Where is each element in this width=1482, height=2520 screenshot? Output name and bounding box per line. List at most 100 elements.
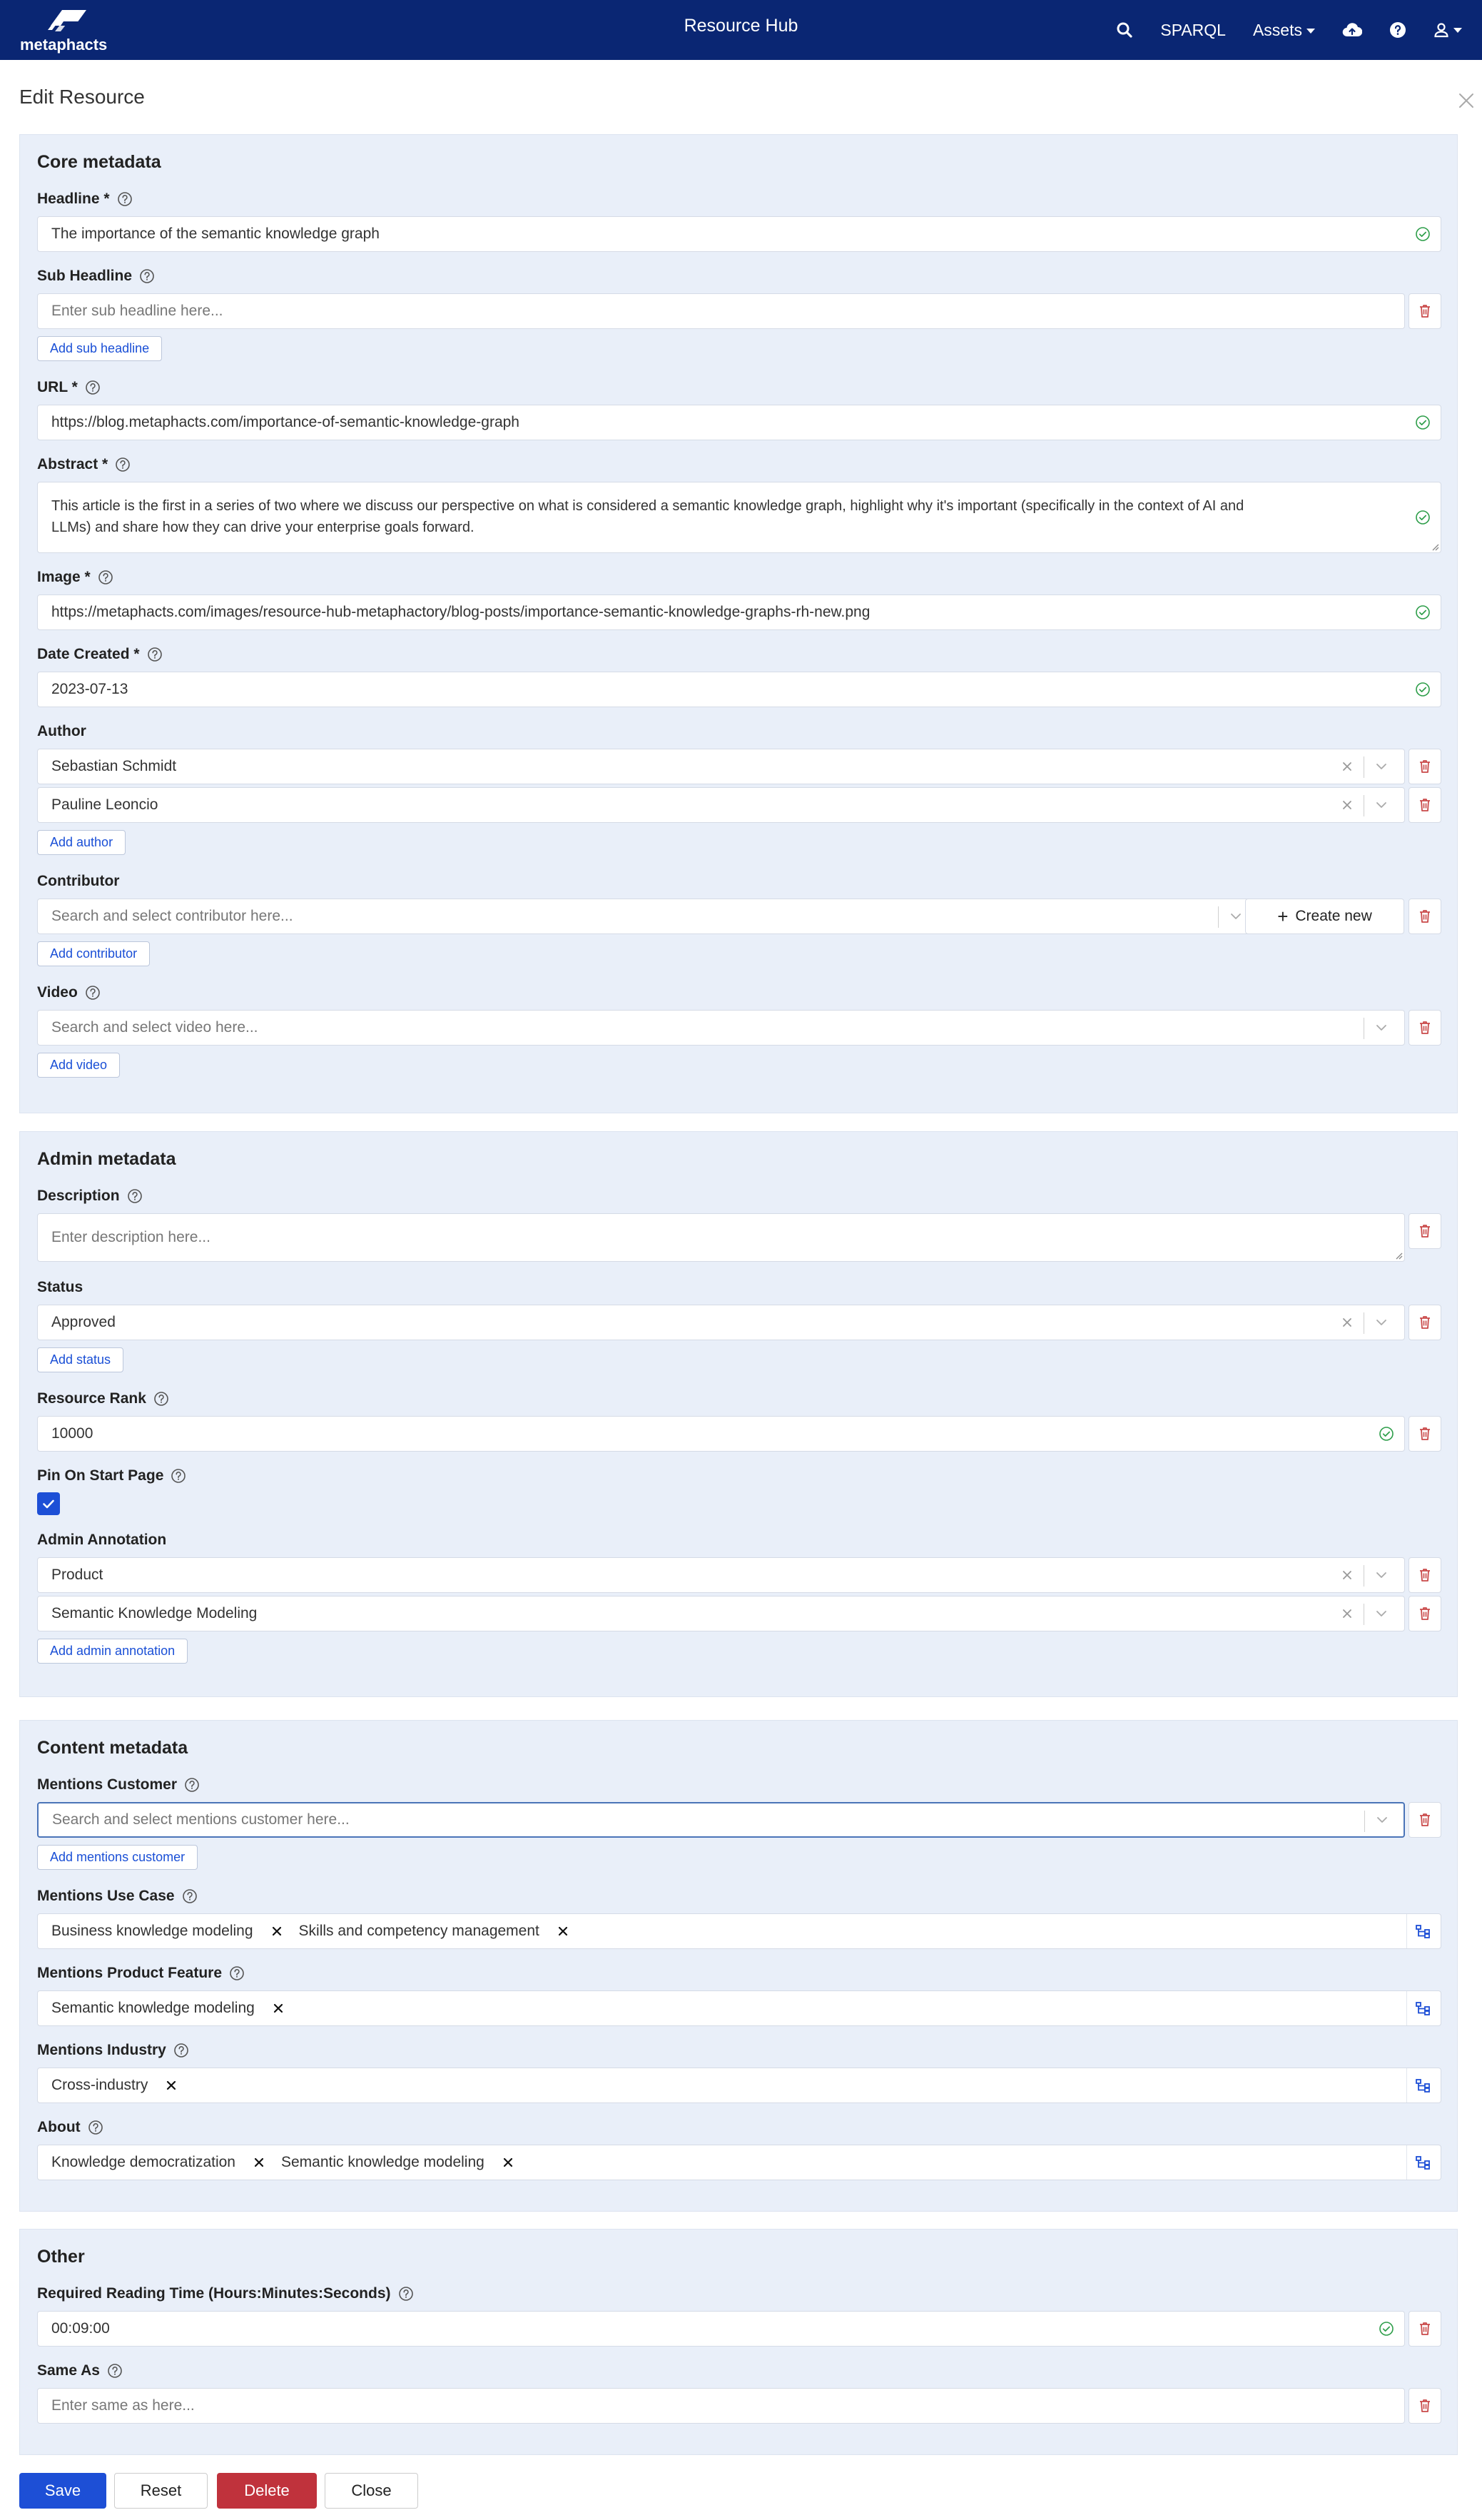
trash-icon bbox=[1418, 1426, 1432, 1442]
help-icon[interactable] bbox=[88, 2120, 103, 2135]
tree-browse-button[interactable] bbox=[1406, 2068, 1438, 2102]
search-icon[interactable] bbox=[1116, 21, 1133, 39]
image-input[interactable]: https://metaphacts.com/images/resource-h… bbox=[37, 594, 1441, 630]
add-admin-annotation-button[interactable]: Add admin annotation bbox=[37, 1639, 188, 1664]
create-new-contributor-button[interactable]: + Create new bbox=[1245, 899, 1404, 934]
remove-tag-icon[interactable] bbox=[165, 2079, 178, 2092]
delete-description-button[interactable] bbox=[1409, 1213, 1441, 1249]
reset-button[interactable]: Reset bbox=[114, 2473, 208, 2509]
add-contributor-button[interactable]: Add contributor bbox=[37, 941, 151, 966]
subheadline-input[interactable]: Enter sub headline here... bbox=[37, 293, 1405, 329]
help-icon[interactable] bbox=[117, 191, 133, 207]
add-video-button[interactable]: Add video bbox=[37, 1053, 121, 1078]
description-textarea[interactable]: Enter description here... bbox=[37, 1213, 1405, 1262]
admin-annotation-select[interactable]: Product bbox=[37, 1557, 1405, 1593]
abstract-textarea[interactable]: This article is the first in a series of… bbox=[37, 482, 1441, 553]
author-select[interactable]: Sebastian Schmidt bbox=[37, 749, 1405, 784]
admin-annotation-select[interactable]: Semantic Knowledge Modeling bbox=[37, 1596, 1405, 1631]
url-input[interactable]: https://blog.metaphacts.com/importance-o… bbox=[37, 405, 1441, 440]
delete-rank-button[interactable] bbox=[1409, 1416, 1441, 1452]
chevron-down-icon[interactable] bbox=[1375, 1570, 1388, 1580]
headline-input[interactable]: The importance of the semantic knowledge… bbox=[37, 216, 1441, 252]
mentions-product-feature-input[interactable]: Semantic knowledge modeling bbox=[37, 1990, 1441, 2026]
close-icon[interactable] bbox=[1456, 90, 1477, 111]
pin-checkbox[interactable] bbox=[37, 1492, 60, 1515]
nav-assets-dropdown[interactable]: Assets bbox=[1253, 21, 1315, 40]
resize-grip-icon[interactable] bbox=[1394, 1251, 1403, 1260]
tree-browse-button[interactable] bbox=[1406, 1914, 1438, 1948]
delete-reading-time-button[interactable] bbox=[1409, 2311, 1441, 2347]
help-icon[interactable] bbox=[85, 380, 101, 395]
delete-author-button[interactable] bbox=[1409, 787, 1441, 823]
tree-browse-button[interactable] bbox=[1406, 1991, 1438, 2025]
delete-same-as-button[interactable] bbox=[1409, 2388, 1441, 2424]
help-icon[interactable] bbox=[171, 1468, 186, 1484]
contributor-select[interactable]: Search and select contributor here... bbox=[37, 899, 1257, 934]
help-icon[interactable] bbox=[85, 985, 101, 1001]
clear-icon[interactable] bbox=[1341, 1569, 1354, 1582]
trash-icon bbox=[1418, 909, 1432, 924]
user-menu[interactable] bbox=[1433, 22, 1462, 38]
add-author-button[interactable]: Add author bbox=[37, 830, 126, 855]
same-as-input[interactable]: Enter same as here... bbox=[37, 2388, 1405, 2424]
help-icon[interactable] bbox=[1389, 21, 1406, 39]
help-icon[interactable] bbox=[139, 268, 155, 284]
delete-status-button[interactable] bbox=[1409, 1305, 1441, 1340]
clear-icon[interactable] bbox=[1341, 1316, 1354, 1329]
mentions-customer-select[interactable]: Search and select mentions customer here… bbox=[37, 1802, 1405, 1838]
help-icon[interactable] bbox=[147, 647, 163, 662]
remove-tag-icon[interactable] bbox=[272, 2002, 285, 2015]
mentions-industry-input[interactable]: Cross-industry bbox=[37, 2068, 1441, 2103]
clear-icon[interactable] bbox=[1341, 1607, 1354, 1620]
chevron-down-icon[interactable] bbox=[1375, 800, 1388, 810]
date-created-input[interactable]: 2023-07-13 bbox=[37, 672, 1441, 707]
delete-contributor-button[interactable] bbox=[1409, 899, 1441, 934]
resource-rank-input[interactable]: 10000 bbox=[37, 1416, 1405, 1452]
remove-tag-icon[interactable] bbox=[557, 1925, 569, 1938]
logo-text: metaphacts bbox=[20, 36, 108, 54]
author-select[interactable]: Pauline Leoncio bbox=[37, 787, 1405, 823]
chevron-down-icon[interactable] bbox=[1375, 1023, 1388, 1033]
chevron-down-icon[interactable] bbox=[1375, 1609, 1388, 1619]
help-icon[interactable] bbox=[107, 2363, 123, 2379]
remove-tag-icon[interactable] bbox=[253, 2156, 265, 2169]
status-select[interactable]: Approved bbox=[37, 1305, 1405, 1340]
cloud-upload-icon[interactable] bbox=[1342, 22, 1362, 38]
mentions-use-case-input[interactable]: Business knowledge modeling Skills and c… bbox=[37, 1913, 1441, 1949]
reading-time-input[interactable]: 00:09:00 bbox=[37, 2311, 1405, 2347]
help-icon[interactable] bbox=[127, 1188, 143, 1204]
help-icon[interactable] bbox=[115, 457, 131, 472]
nav-sparql-link[interactable]: SPARQL bbox=[1160, 21, 1226, 40]
save-button[interactable]: Save bbox=[19, 2473, 106, 2509]
help-icon[interactable] bbox=[98, 570, 113, 585]
delete-author-button[interactable] bbox=[1409, 749, 1441, 784]
resize-grip-icon[interactable] bbox=[1431, 542, 1439, 551]
help-icon[interactable] bbox=[398, 2286, 414, 2302]
delete-subheadline-button[interactable] bbox=[1409, 293, 1441, 329]
help-icon[interactable] bbox=[184, 1777, 200, 1793]
delete-annotation-button[interactable] bbox=[1409, 1557, 1441, 1593]
clear-icon[interactable] bbox=[1341, 799, 1354, 811]
help-icon[interactable] bbox=[229, 1965, 245, 1981]
add-subheadline-button[interactable]: Add sub headline bbox=[37, 336, 163, 361]
delete-annotation-button[interactable] bbox=[1409, 1596, 1441, 1631]
delete-video-button[interactable] bbox=[1409, 1010, 1441, 1046]
chevron-down-icon[interactable] bbox=[1375, 1317, 1388, 1327]
help-icon[interactable] bbox=[182, 1888, 198, 1904]
chevron-down-icon[interactable] bbox=[1376, 1815, 1389, 1825]
help-icon[interactable] bbox=[153, 1391, 169, 1407]
chevron-down-icon[interactable] bbox=[1375, 761, 1388, 771]
remove-tag-icon[interactable] bbox=[270, 1925, 283, 1938]
add-status-button[interactable]: Add status bbox=[37, 1347, 124, 1372]
about-input[interactable]: Knowledge democratization Semantic knowl… bbox=[37, 2145, 1441, 2180]
chevron-down-icon[interactable] bbox=[1229, 911, 1242, 921]
tree-browse-button[interactable] bbox=[1406, 2145, 1438, 2180]
delete-button[interactable]: Delete bbox=[217, 2473, 317, 2509]
video-select[interactable]: Search and select video here... bbox=[37, 1010, 1405, 1046]
remove-tag-icon[interactable] bbox=[502, 2156, 514, 2169]
add-mentions-customer-button[interactable]: Add mentions customer bbox=[37, 1845, 198, 1870]
clear-icon[interactable] bbox=[1341, 760, 1354, 773]
close-button[interactable]: Close bbox=[325, 2473, 418, 2509]
help-icon[interactable] bbox=[173, 2043, 189, 2058]
delete-customer-button[interactable] bbox=[1409, 1802, 1441, 1838]
